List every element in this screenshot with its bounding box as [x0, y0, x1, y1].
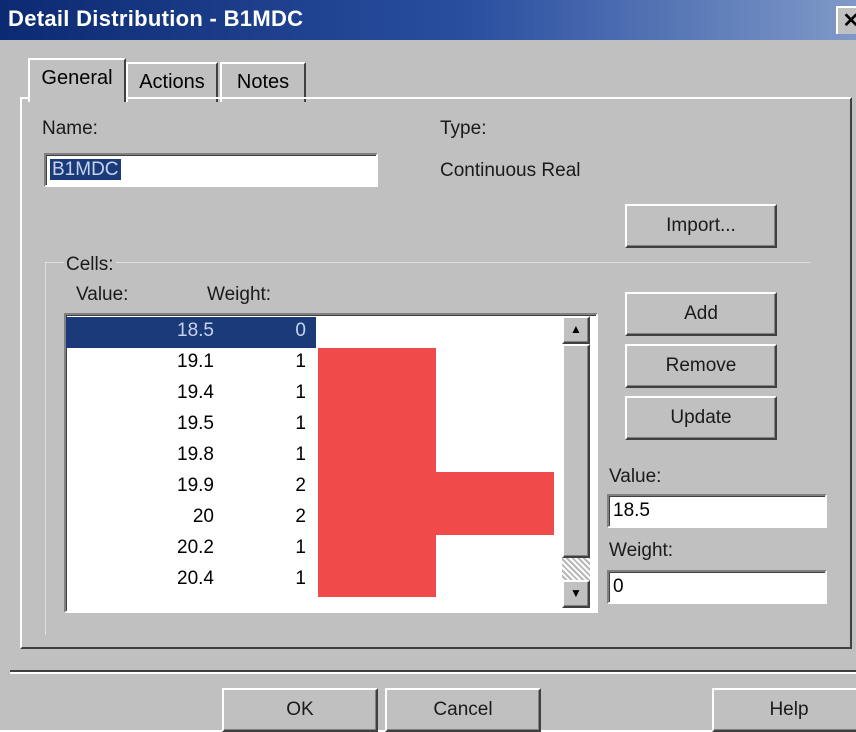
list-item[interactable]: 18.5 0	[66, 317, 316, 348]
help-button-label: Help	[769, 699, 809, 720]
cell-value: 18.5	[177, 320, 214, 341]
cell-value: 19.1	[177, 351, 214, 372]
name-input-value: B1MDC	[50, 159, 121, 180]
tab-notes[interactable]: Notes	[220, 62, 306, 102]
scrollbar-track[interactable]	[562, 558, 590, 580]
cell-weight: 1	[295, 568, 306, 589]
cell-value: 20.4	[177, 568, 214, 589]
cell-weight: 2	[295, 506, 306, 527]
cell-weight: 0	[295, 320, 306, 341]
scrollbar-thumb[interactable]	[562, 344, 590, 558]
value-field-label: Value:	[609, 466, 662, 487]
value-column-header: Value:	[76, 284, 129, 305]
cell-value: 20.2	[177, 537, 214, 558]
window-title: Detail Distribution - B1MDC	[8, 6, 304, 31]
weight-bar	[318, 410, 436, 442]
remove-button[interactable]: Remove	[625, 344, 777, 388]
weight-bar	[318, 472, 554, 504]
weight-bar	[318, 379, 436, 411]
list-item[interactable]: 20.4 1	[66, 565, 316, 596]
weight-input[interactable]: 0	[607, 570, 827, 604]
list-item[interactable]: 19.5 1	[66, 410, 316, 441]
weight-bar	[318, 441, 436, 473]
cells-list-scrollbar[interactable]: ▲ ▼	[562, 316, 590, 608]
cell-value: 19.4	[177, 382, 214, 403]
list-item[interactable]: 20 2	[66, 503, 316, 534]
weight-bar	[318, 503, 554, 535]
weight-column-header: Weight:	[207, 284, 272, 305]
cell-weight: 1	[295, 351, 306, 372]
cells-list[interactable]: 18.5 0 19.1 1 19.4 1 19.5 1 19.8 1 19.9 2 20 2 20.2 1 20…	[64, 313, 598, 613]
name-label: Name:	[42, 118, 98, 140]
cell-weight: 1	[295, 537, 306, 558]
ok-button[interactable]: OK	[222, 688, 378, 732]
tab-general-label: General	[41, 67, 113, 89]
list-item[interactable]: 19.8 1	[66, 441, 316, 472]
cancel-button-label: Cancel	[433, 699, 493, 720]
list-item[interactable]: 19.4 1	[66, 379, 316, 410]
weight-bar	[318, 348, 436, 380]
name-input[interactable]: B1MDC	[44, 153, 378, 187]
type-label: Type:	[440, 118, 487, 139]
ok-button-label: OK	[286, 699, 314, 720]
cell-weight: 1	[295, 382, 306, 403]
value-input-text: 18.5	[613, 500, 650, 521]
help-button[interactable]: Help	[712, 688, 856, 732]
cell-value: 19.5	[177, 413, 214, 434]
type-value: Continuous Real	[440, 160, 581, 181]
footer-separator	[10, 670, 856, 674]
cell-weight: 1	[295, 413, 306, 434]
title-bar[interactable]: Detail Distribution - B1MDC ✕	[0, 0, 856, 40]
import-button-label: Import...	[666, 215, 736, 236]
close-icon[interactable]: ✕	[836, 6, 856, 34]
cell-value: 19.8	[177, 444, 214, 465]
cell-weight: 2	[295, 475, 306, 496]
remove-button-label: Remove	[665, 355, 737, 376]
list-item[interactable]: 19.1 1	[66, 348, 316, 379]
weight-field-label: Weight:	[609, 540, 674, 561]
weight-input-text: 0	[613, 576, 624, 597]
list-item[interactable]: 19.9 2	[66, 472, 316, 503]
cell-value: 19.9	[177, 475, 214, 496]
add-button[interactable]: Add	[625, 292, 777, 336]
tab-notes-label: Notes	[236, 71, 290, 93]
list-item[interactable]: 20.2 1	[66, 534, 316, 565]
scroll-down-arrow-icon[interactable]: ▼	[562, 580, 590, 608]
update-button-label: Update	[670, 407, 732, 428]
dialog-window: Detail Distribution - B1MDC ✕ General Ac…	[0, 0, 856, 732]
tab-general[interactable]: General	[28, 58, 126, 102]
tab-actions[interactable]: Actions	[126, 62, 218, 102]
import-button[interactable]: Import...	[625, 204, 777, 248]
add-button-label: Add	[684, 303, 718, 324]
cell-value: 20	[192, 506, 214, 527]
cells-label: Cells:	[64, 254, 116, 276]
value-input[interactable]: 18.5	[607, 494, 827, 528]
scroll-up-arrow-icon[interactable]: ▲	[562, 316, 590, 344]
tab-actions-label: Actions	[139, 71, 205, 93]
weight-bar	[318, 565, 436, 597]
update-button[interactable]: Update	[625, 396, 777, 440]
name-label-text: Name:	[42, 118, 98, 139]
cancel-button[interactable]: Cancel	[385, 688, 541, 732]
weight-bar	[318, 534, 436, 566]
cell-weight: 1	[295, 444, 306, 465]
